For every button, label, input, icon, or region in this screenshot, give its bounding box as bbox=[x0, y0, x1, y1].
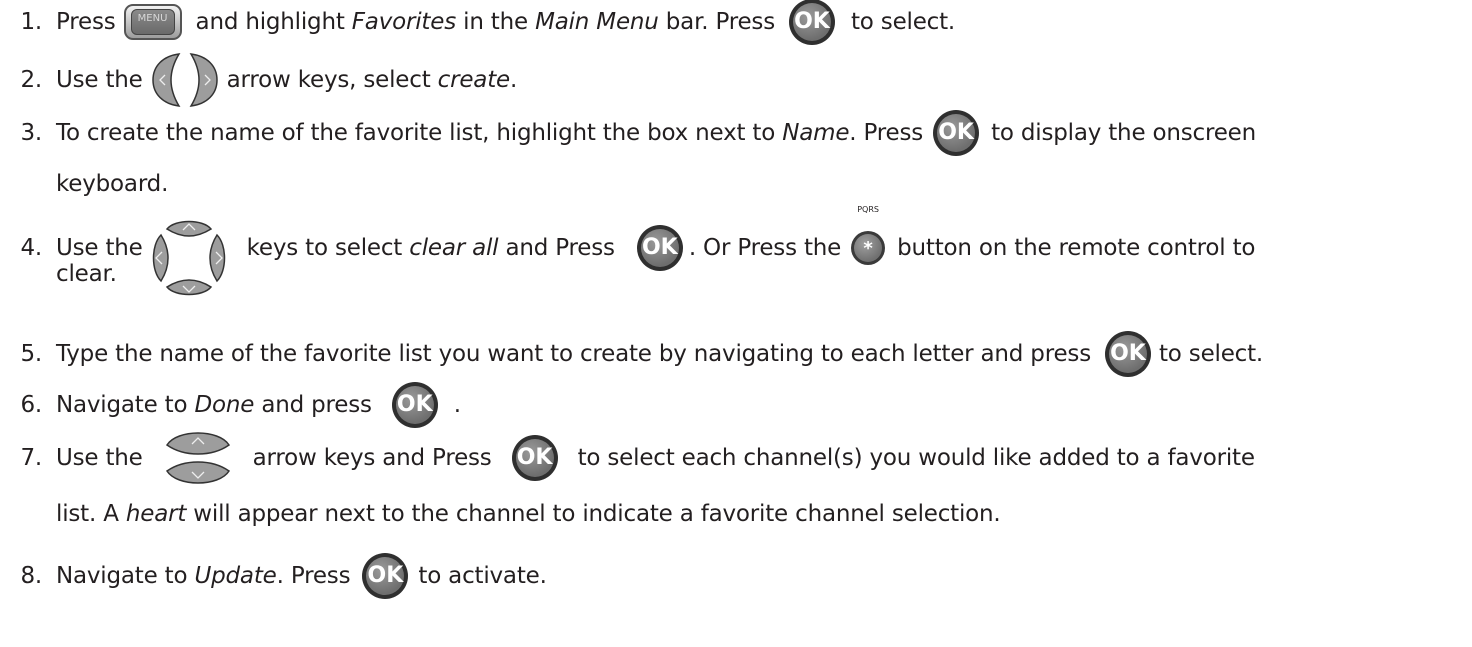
step-emphasis: heart bbox=[125, 501, 187, 527]
ok-button-label: OK bbox=[516, 445, 553, 470]
ok-button-label: OK bbox=[641, 235, 678, 260]
ok-button-icon: OK bbox=[391, 382, 438, 428]
ok-button-label: OK bbox=[396, 392, 433, 417]
step-text: Use the bbox=[56, 67, 143, 93]
step-3-continued: keyboard. bbox=[0, 162, 168, 206]
ok-button-icon: OK bbox=[933, 110, 980, 156]
step-text: to display the onscreen bbox=[991, 120, 1257, 146]
step-text: . Press bbox=[276, 563, 351, 589]
star-button-letters: PQRS bbox=[857, 205, 879, 214]
step-text: Navigate to bbox=[56, 563, 188, 589]
step-text: . Press bbox=[849, 120, 924, 146]
ok-button-label: OK bbox=[1110, 341, 1146, 366]
step-text: To create the name of the favorite list,… bbox=[56, 120, 776, 146]
ok-button-icon: OK bbox=[362, 553, 409, 599]
step-7: 7. Use the arrow keys and Press OK to se… bbox=[0, 429, 1255, 487]
step-text: . bbox=[509, 67, 518, 93]
step-6: 6. Navigate to Done and press OK . bbox=[0, 382, 461, 428]
step-text: and highlight bbox=[195, 9, 345, 35]
step-text: in the bbox=[463, 9, 528, 35]
four-way-arrow-keys-icon bbox=[149, 217, 229, 299]
step-number: 7. bbox=[20, 445, 42, 471]
ok-button-label: OK bbox=[938, 120, 974, 145]
step-emphasis: clear all bbox=[409, 235, 499, 261]
step-text: . bbox=[453, 392, 461, 418]
step-2: 2. Use the arrow keys, select create. bbox=[0, 50, 517, 110]
step-text: to select. bbox=[1158, 341, 1264, 367]
up-down-arrow-keys-icon bbox=[165, 425, 231, 491]
ok-button-icon: OK bbox=[788, 0, 835, 45]
step-text: button on the remote control to bbox=[897, 235, 1256, 261]
step-number: 6. bbox=[20, 392, 42, 418]
step-text: to select each channel(s) you would like… bbox=[577, 445, 1255, 471]
step-number: 8. bbox=[20, 563, 42, 589]
step-number: 3. bbox=[20, 120, 42, 146]
step-text: Type the name of the favorite list you w… bbox=[56, 341, 1091, 367]
step-number: 5. bbox=[20, 341, 42, 367]
step-emphasis: create bbox=[437, 67, 511, 93]
step-emphasis: Main Menu bbox=[535, 9, 659, 35]
step-emphasis: Update bbox=[194, 563, 277, 589]
step-5: 5. Type the name of the favorite list yo… bbox=[0, 331, 1264, 377]
step-text: to activate. bbox=[418, 563, 547, 589]
menu-button-label: MENU bbox=[137, 13, 168, 24]
step-number: 2. bbox=[20, 67, 42, 93]
step-4-continued: clear. bbox=[0, 258, 117, 290]
left-right-arrow-keys-icon bbox=[149, 50, 221, 110]
step-text: will appear next to the channel to indic… bbox=[193, 501, 1001, 527]
step-emphasis: Favorites bbox=[351, 9, 456, 35]
step-text: Press bbox=[56, 9, 116, 35]
step-text: arrow keys and Press bbox=[252, 445, 492, 471]
step-text: and press bbox=[261, 392, 372, 418]
step-8: 8. Navigate to Update. Press OK to activ… bbox=[0, 553, 547, 599]
ok-button-label: OK bbox=[794, 9, 830, 34]
step-emphasis: Done bbox=[194, 392, 255, 418]
step-text: arrow keys, select bbox=[226, 67, 431, 93]
ok-button-label: OK bbox=[367, 563, 404, 588]
step-text: keyboard. bbox=[56, 171, 169, 197]
step-4: 4. Use the keys to select clear all and … bbox=[0, 205, 1256, 296]
star-button-icon: PQRS * bbox=[851, 205, 886, 265]
step-1: 1. Press MENU and highlight Favorites in… bbox=[0, 0, 956, 45]
step-text: . Or Press the bbox=[688, 235, 842, 261]
step-text: bar. Press bbox=[665, 9, 775, 35]
step-7-continued: list. A heart will appear next to the ch… bbox=[0, 492, 1001, 536]
step-text: and Press bbox=[505, 235, 616, 261]
ok-button-icon: OK bbox=[511, 435, 558, 481]
step-emphasis: Name bbox=[782, 120, 850, 146]
step-number: 1. bbox=[20, 9, 42, 35]
step-text: clear. bbox=[56, 261, 117, 287]
step-text: list. A bbox=[56, 501, 119, 527]
ok-button-icon: OK bbox=[1104, 331, 1151, 377]
step-text: Navigate to bbox=[56, 392, 188, 418]
star-button-label: * bbox=[863, 238, 873, 259]
step-text: Use the bbox=[56, 445, 143, 471]
step-3: 3. To create the name of the favorite li… bbox=[0, 110, 1257, 156]
menu-button-icon: MENU bbox=[123, 4, 182, 40]
step-text: keys to select bbox=[246, 235, 403, 261]
ok-button-icon: OK bbox=[636, 225, 683, 271]
step-text: to select. bbox=[850, 9, 956, 35]
